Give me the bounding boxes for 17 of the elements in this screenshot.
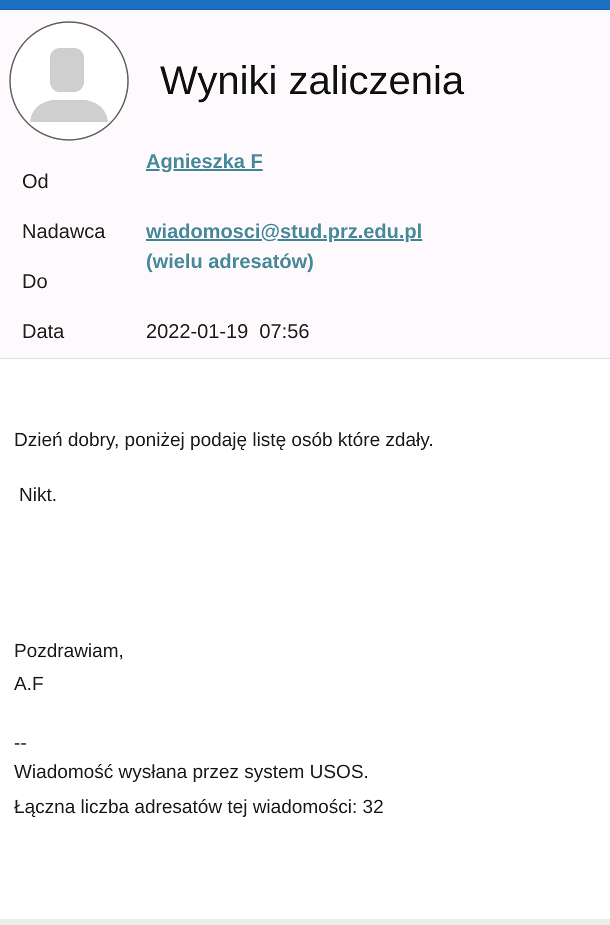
header-label: Do <box>22 270 49 294</box>
footer-line: Łączna liczba adresatów tej wiadomości: 32 <box>14 796 385 820</box>
sender-link[interactable]: wiadomosci@stud.prz.edu.pl <box>146 221 422 243</box>
sender-link[interactable]: Agnieszka F <box>146 151 263 173</box>
separator-text: -- <box>14 735 28 753</box>
header-label: Nadawca <box>22 220 106 244</box>
greeting-text: Dzień dobry, poniżej podaję listę osób które zdały. <box>14 429 435 453</box>
date-value: 2022-01-19 07:56 <box>146 321 310 343</box>
answer-text: Nikt. <box>18 484 58 508</box>
header-label: Data <box>22 320 66 344</box>
signature-text: A.F <box>14 672 45 696</box>
closing-text: Pozdrawiam, <box>14 640 125 664</box>
avatar-icon <box>8 20 130 142</box>
recipients-note: (wielu adresatów) <box>146 251 314 273</box>
header-label: Od <box>22 170 50 194</box>
footer-line: Wiadomość wysłana przez system USOS. <box>14 761 370 785</box>
email-subject: Wyniki zaliczenia <box>160 58 464 105</box>
